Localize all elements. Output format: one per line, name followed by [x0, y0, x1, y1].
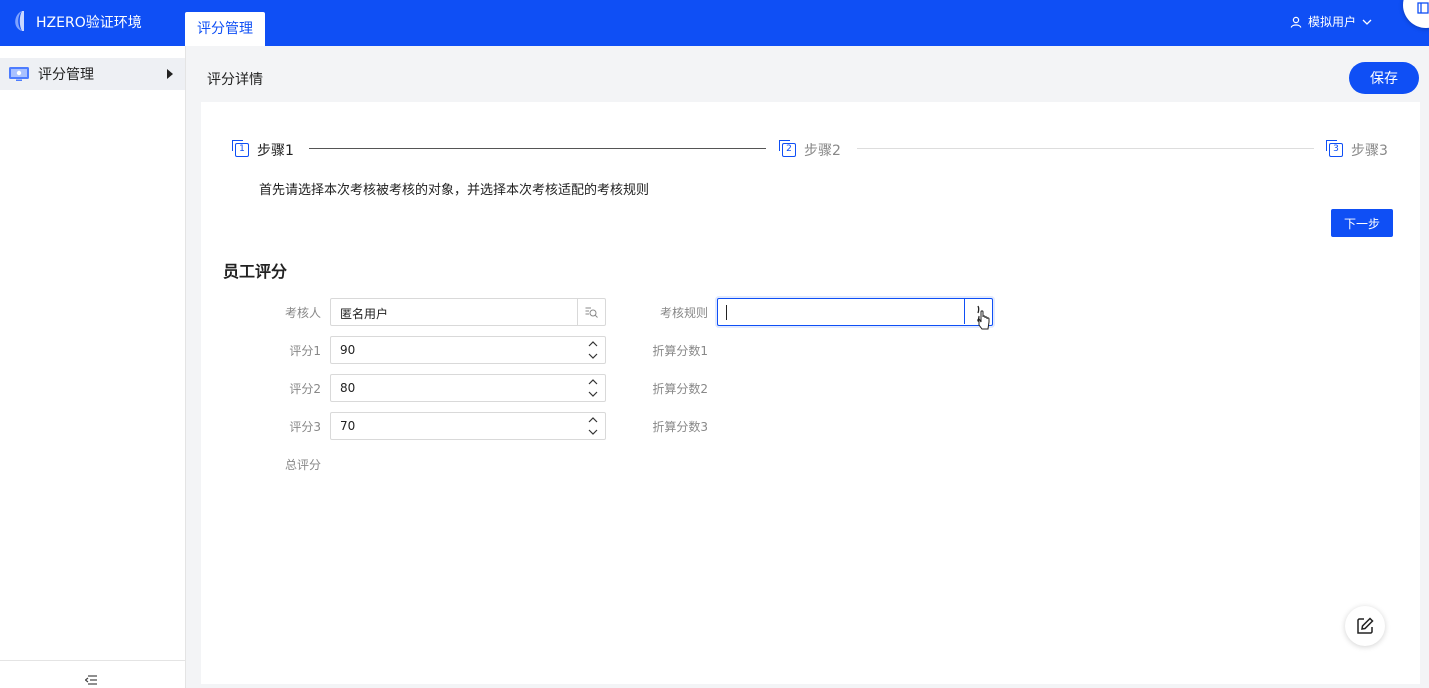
app-title: HZERO验证环境	[36, 15, 142, 31]
page-title: 评分详情	[207, 72, 263, 88]
lookup-button[interactable]	[577, 299, 605, 325]
number-stepper-icon[interactable]	[587, 339, 599, 361]
score2-value: 80	[340, 381, 356, 395]
layout-toggle-button[interactable]	[1403, 0, 1429, 28]
score2-label: 评分2	[289, 382, 321, 396]
step-connector-1	[309, 148, 766, 149]
user-menu[interactable]: 模拟用户	[1290, 13, 1372, 30]
sidebar-item-label: 评分管理	[38, 67, 94, 83]
layout-icon	[1417, 2, 1429, 14]
next-step-button[interactable]: 下一步	[1331, 209, 1393, 237]
step-connector-2	[857, 148, 1314, 149]
text-cursor	[726, 305, 727, 320]
score1-number-input[interactable]: 90	[330, 336, 606, 364]
step-3: 3 步骤3	[1326, 140, 1388, 160]
save-button[interactable]: 保存	[1349, 62, 1419, 94]
step-2-icon: 2	[779, 140, 796, 157]
total-score-label: 总评分	[284, 458, 321, 472]
step-3-icon: 3	[1326, 140, 1343, 157]
tab-score-management[interactable]: 评分管理	[185, 12, 265, 46]
step-2-label: 步骤2	[804, 143, 841, 159]
converted-score1-label: 折算分数1	[652, 344, 708, 358]
score1-value: 90	[340, 343, 356, 357]
converted-score3-label: 折算分数3	[652, 420, 708, 434]
converted-score2-label: 折算分数2	[652, 382, 708, 396]
edit-button[interactable]	[1345, 606, 1385, 646]
score3-value: 70	[340, 419, 356, 433]
rule-select-field[interactable]	[717, 298, 993, 330]
assessor-lookup-field[interactable]: 匿名用户	[330, 298, 606, 326]
chevron-down-icon	[1362, 19, 1372, 25]
rule-label: 考核规则	[659, 306, 708, 320]
step-1-label: 步骤1	[257, 143, 294, 159]
rule-lookup-button[interactable]	[964, 299, 992, 330]
score3-label: 评分3	[289, 420, 321, 434]
assessor-label: 考核人	[284, 306, 321, 320]
app-logo-icon	[15, 11, 24, 31]
monitor-settings-icon	[9, 67, 29, 81]
collapse-menu-icon[interactable]	[85, 675, 97, 685]
hand-pointer-icon	[977, 305, 990, 330]
score3-number-input[interactable]: 70	[330, 412, 606, 440]
top-navigation-bar: HZERO验证环境 评分管理 模拟用户	[0, 0, 1429, 46]
sidebar-footer	[0, 660, 185, 688]
step-1: 1 步骤1	[232, 140, 294, 160]
score2-number-input[interactable]: 80	[330, 374, 606, 402]
number-stepper-icon[interactable]	[587, 377, 599, 399]
sidebar: 评分管理	[0, 46, 186, 688]
step-2: 2 步骤2	[779, 140, 841, 160]
score1-label: 评分1	[289, 344, 321, 358]
step-3-label: 步骤3	[1351, 143, 1388, 159]
section-title: 员工评分	[223, 262, 288, 281]
caret-right-icon	[167, 69, 173, 79]
lookup-search-icon	[585, 307, 598, 318]
assessor-value: 匿名用户	[340, 307, 389, 321]
user-icon	[1290, 16, 1302, 28]
edit-icon	[1357, 617, 1374, 634]
sidebar-item-score-management[interactable]: 评分管理	[0, 58, 185, 90]
user-name: 模拟用户	[1308, 15, 1357, 29]
number-stepper-icon[interactable]	[587, 415, 599, 437]
step-1-icon: 1	[232, 140, 249, 157]
step-description: 首先请选择本次考核被考核的对象，并选择本次考核适配的考核规则	[259, 183, 650, 198]
